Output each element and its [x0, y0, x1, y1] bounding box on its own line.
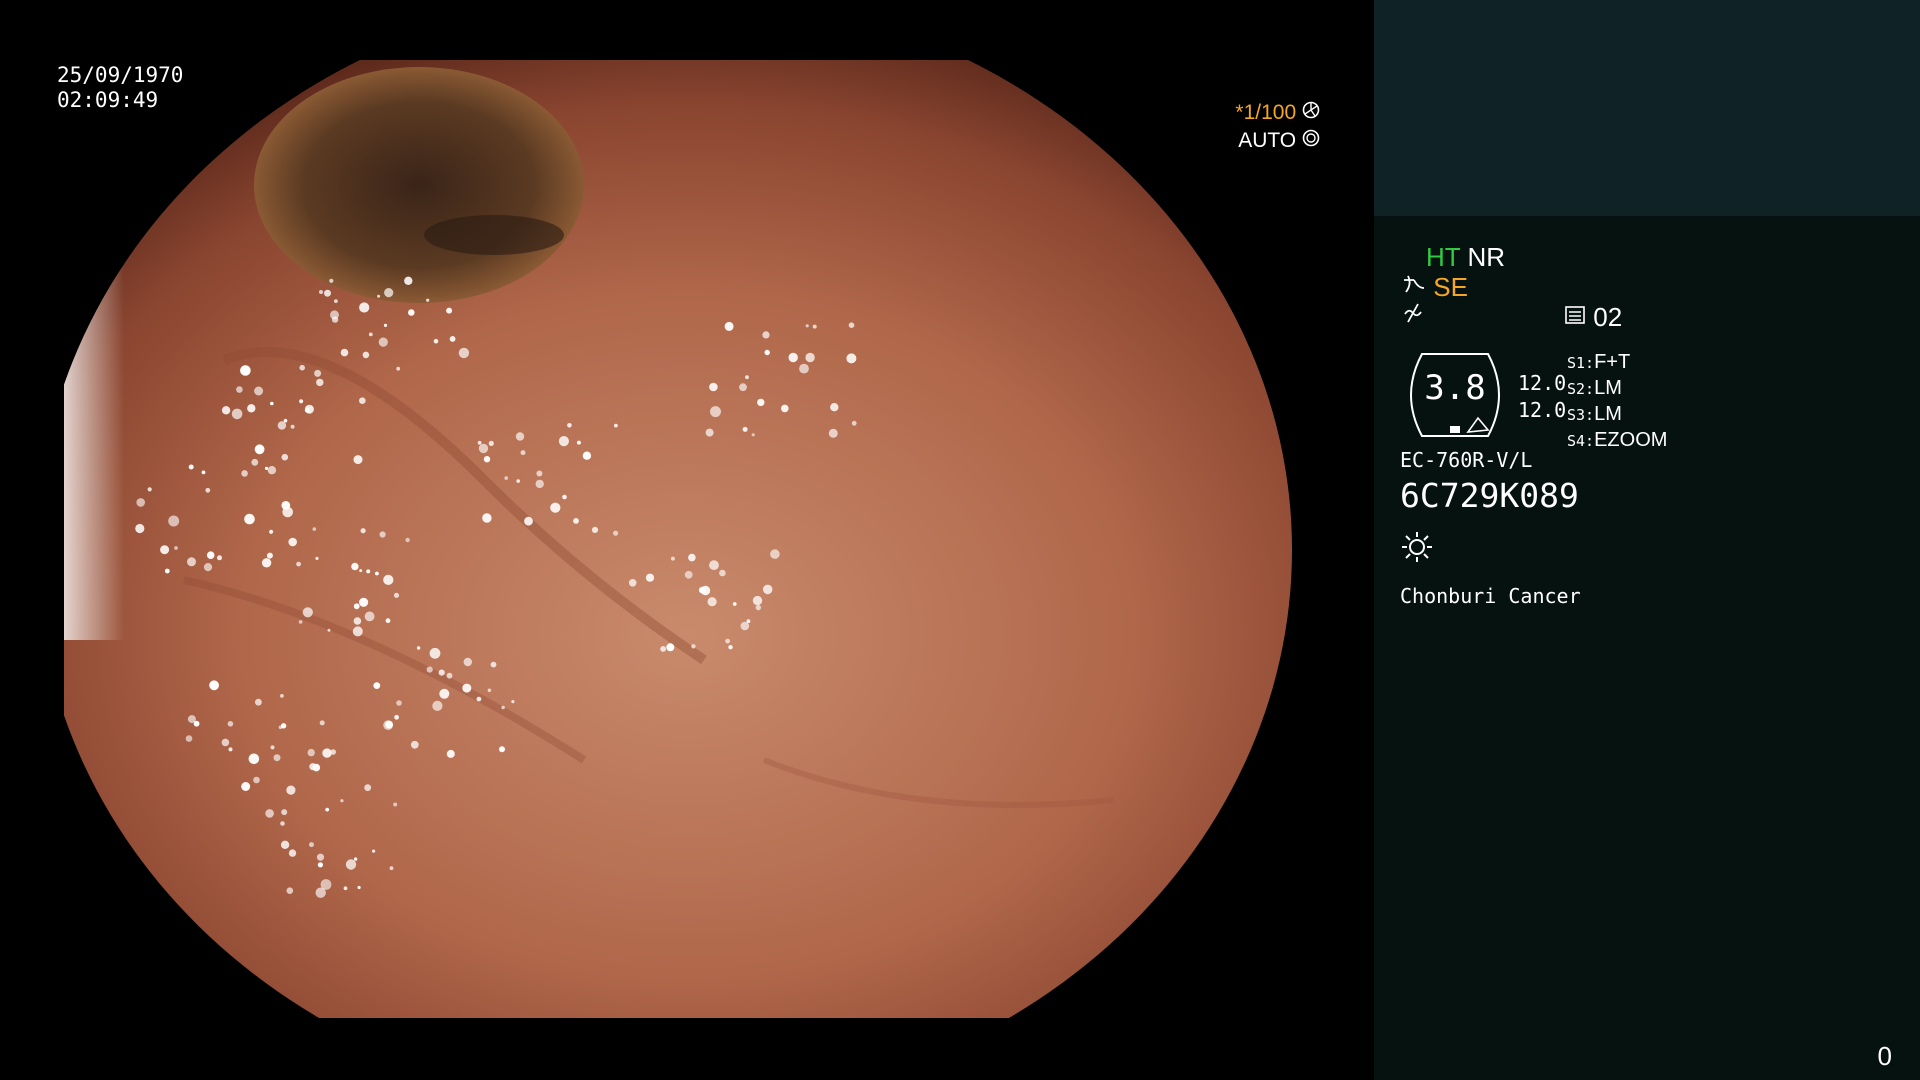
shutter-text: *1/100 — [1235, 101, 1297, 124]
switch-value: LM — [1594, 403, 1622, 425]
info-panel: HT NR SE 02 3.8 12.0 12.0 S1:F+T S2:LM S… — [1374, 216, 1920, 1080]
brightness-icon — [1402, 532, 1432, 562]
preview-panel — [1374, 0, 1920, 216]
time-text: 02:09:49 — [57, 88, 159, 112]
switch-row: S3:LM — [1567, 402, 1667, 428]
date-text: 25/09/1970 — [57, 63, 184, 87]
enhancement-value: 12.0 — [1518, 398, 1567, 422]
dial-value: 3.8 — [1424, 368, 1486, 408]
zoom-icon — [1564, 302, 1593, 332]
scope-bend-icon — [1402, 272, 1433, 302]
date-time-overlay: 25/09/1970 02:09:49 — [57, 63, 183, 113]
switch-row: S2:LM — [1567, 376, 1667, 402]
lumen — [254, 67, 584, 303]
switch-value: LM — [1594, 377, 1622, 399]
mode-se: SE — [1433, 272, 1468, 302]
enhancement-values: 12.0 12.0 — [1518, 370, 1566, 424]
switch-key: S4: — [1567, 432, 1595, 450]
exposure-overlay: *1/100 AUTO — [1235, 99, 1320, 155]
switch-row: S1:F+T — [1567, 350, 1667, 376]
mode-se-row: SE — [1402, 272, 1468, 303]
hospital-name: Chonburi Cancer — [1400, 584, 1581, 608]
zoom-value: 02 — [1593, 302, 1623, 332]
freeze-icon — [1402, 303, 1424, 330]
switch-key: S2: — [1567, 380, 1595, 398]
enhancement-value: 12.0 — [1518, 371, 1567, 395]
freeze-row — [1402, 302, 1424, 331]
switch-value: F+T — [1594, 351, 1631, 373]
switch-key: S3: — [1567, 406, 1595, 424]
iris-icon — [1302, 129, 1320, 152]
endoscopic-image — [64, 60, 1312, 1018]
shutter-icon — [1302, 101, 1320, 124]
switch-value: EZOOM — [1594, 429, 1668, 451]
scope-serial: 6C729K089 — [1400, 476, 1579, 515]
switch-row: S4:EZOOM — [1567, 428, 1667, 454]
mode-ht: HT — [1426, 242, 1461, 272]
zoom-row: 02 — [1564, 302, 1622, 333]
scope-switch-list: S1:F+T S2:LM S3:LM S4:EZOOM — [1567, 350, 1667, 454]
switch-key: S1: — [1567, 354, 1595, 372]
mode-nr: NR — [1467, 242, 1505, 272]
mode-row: HT NR — [1426, 242, 1505, 273]
mucosa-image — [64, 60, 1292, 1018]
iris-text: AUTO — [1238, 129, 1297, 152]
scope-model: EC-760R-V/L — [1400, 448, 1533, 472]
image-counter: 0 — [1877, 1041, 1892, 1071]
endoscope-view-area: 25/09/1970 02:09:49 *1/100 AUTO — [0, 0, 1374, 1080]
